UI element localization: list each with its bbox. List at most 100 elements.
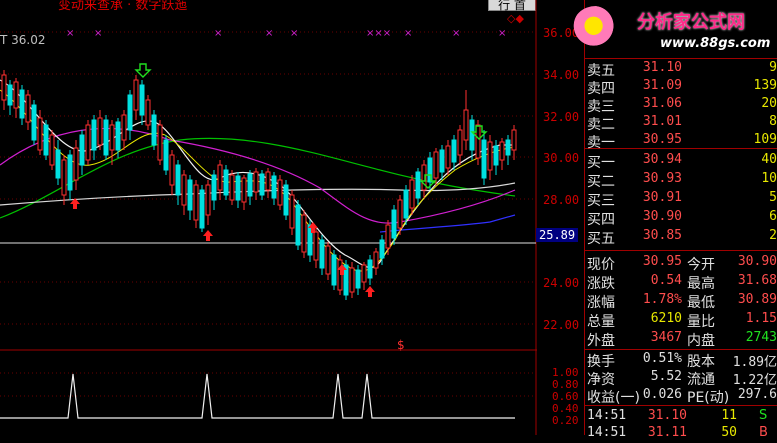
order-volume: 40 [761, 152, 777, 167]
price-axis-28: 28.00 [543, 193, 580, 207]
price-axis-22: 22.00 [543, 318, 580, 332]
tick-time: 14:51 [587, 425, 627, 440]
svg-text:×: × [214, 28, 222, 39]
order-volume: 9 [769, 60, 777, 75]
candle-body [451, 139, 457, 163]
ind-axis-020: 0.20 [552, 414, 579, 427]
candle-body [265, 171, 271, 191]
order-book-row[interactable]: 买二 30.93 10 [587, 171, 777, 190]
order-book-row[interactable]: 卖二 31.01 8 [587, 114, 777, 133]
candle-body [55, 149, 61, 179]
candle-body [247, 173, 253, 197]
candle-body [409, 179, 415, 209]
order-book-row[interactable]: 买一 30.94 40 [587, 152, 777, 171]
svg-text:×: × [404, 28, 412, 39]
quote-label: 外盘 [587, 333, 615, 349]
candle-body [67, 154, 73, 191]
candle-body [139, 84, 145, 116]
tick-price: 31.10 [647, 408, 687, 423]
candle-body [403, 189, 409, 219]
candle-body [313, 231, 319, 261]
quote-row: 现价 30.95 今开 30.90 [587, 254, 777, 273]
order-book-row[interactable]: 卖四 31.09 139 [587, 78, 777, 97]
candle-body [79, 134, 85, 166]
order-price: 31.10 [642, 60, 682, 75]
quote-row: 外盘 3467 内盘 2743 [587, 330, 777, 349]
quote-row: 收益(一) 0.026 PE(动) 297.6 [587, 387, 777, 406]
candle-body [133, 79, 139, 111]
candle-body [73, 147, 79, 181]
candle-body [397, 199, 403, 229]
quote-value: 6210 [650, 311, 682, 326]
watermark-url: www.88gs.com [660, 36, 771, 51]
order-level-label: 卖二 [587, 117, 615, 133]
order-volume: 8 [769, 114, 777, 129]
order-book-row[interactable]: 卖三 31.06 20 [587, 96, 777, 115]
current-price-marker: 25.89 [536, 228, 579, 242]
order-volume: 5 [769, 190, 777, 205]
candle-body [91, 119, 97, 151]
quote-value: 30.89 [737, 292, 777, 307]
quote-label: 最高 [687, 276, 715, 292]
svg-text:×: × [66, 28, 74, 39]
tick-row: 14:51 31.11 50 B [587, 425, 777, 443]
candle-body [499, 141, 505, 161]
order-price: 30.95 [642, 132, 682, 147]
quote-value: 0.54 [650, 273, 682, 288]
quote-value: 297.6 [737, 387, 777, 402]
candle-body [37, 117, 43, 151]
quote-value: 30.90 [737, 254, 777, 269]
quote-value: 1.22亿 [732, 373, 777, 388]
quote-label: 股本 [687, 354, 715, 370]
candle-body [193, 184, 199, 221]
candle-body [493, 145, 499, 166]
order-volume: 10 [761, 171, 777, 186]
quote-label: 现价 [587, 257, 615, 273]
quote-label: 涨幅 [587, 295, 615, 311]
candle-body [157, 124, 163, 161]
order-book-row[interactable]: 卖一 30.95 109 [587, 132, 777, 151]
candle-body [25, 94, 31, 123]
candle-body [283, 184, 289, 216]
candle-body [505, 139, 511, 156]
candle-body [115, 121, 121, 151]
quote-row: 换手 0.51% 股本 1.89亿 [587, 351, 777, 370]
order-volume: 20 [761, 96, 777, 111]
watermark-brand: 分析家公式网 [637, 12, 745, 33]
quote-value: 5.52 [650, 369, 682, 384]
candle-body [97, 117, 103, 146]
candle-body [481, 139, 487, 179]
candle-body [241, 177, 247, 203]
order-level-label: 买二 [587, 174, 615, 190]
watermark-logo-icon [572, 6, 620, 50]
candle-body [289, 194, 295, 229]
order-book-row[interactable]: 买四 30.90 6 [587, 209, 777, 228]
candle-body [217, 164, 223, 191]
tick-volume: 50 [721, 425, 737, 440]
sub-marker: $ [397, 338, 405, 352]
quote-label: 内盘 [687, 333, 715, 349]
candle-body [19, 89, 25, 119]
candle-body [325, 245, 331, 275]
candle-body [127, 94, 133, 131]
candle-body [223, 169, 229, 196]
order-book-row[interactable]: 买五 30.85 2 [587, 228, 777, 247]
candle-body [199, 189, 205, 229]
tick-flag: B [759, 425, 768, 440]
order-level-label: 买一 [587, 155, 615, 171]
order-volume: 109 [753, 132, 777, 147]
candle-body [31, 104, 37, 141]
kline-chart[interactable]: × × × × × ××× × × × [0, 0, 537, 435]
order-book-row[interactable]: 买三 30.91 5 [587, 190, 777, 209]
candle-body [469, 119, 475, 151]
quote-label: 涨跌 [587, 276, 615, 292]
svg-text:×××: ××× [366, 28, 391, 39]
quote-label: 换手 [587, 354, 615, 370]
candle-body [163, 139, 169, 171]
candle-body [235, 175, 241, 201]
candle-body [103, 119, 109, 156]
order-book-row[interactable]: 卖五 31.10 9 [587, 60, 777, 79]
tick-row: 14:51 31.10 11 S [587, 408, 777, 426]
quote-value: 1.89亿 [732, 355, 777, 370]
order-price: 31.06 [642, 96, 682, 111]
